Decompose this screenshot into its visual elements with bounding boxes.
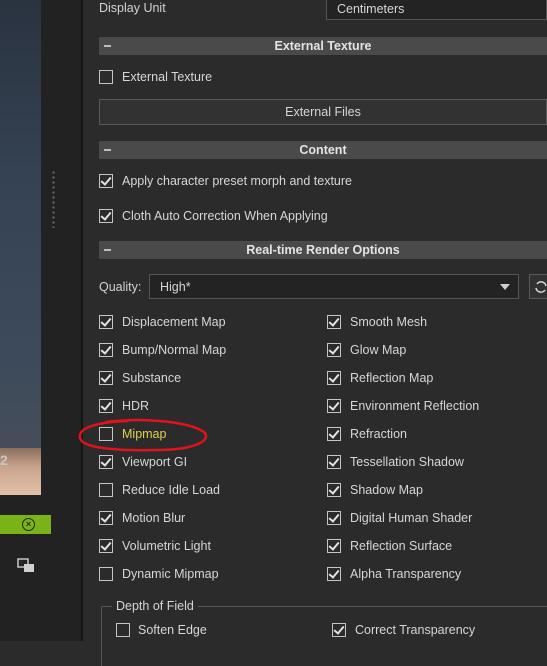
smooth-mesh-checkbox[interactable]: [327, 315, 341, 329]
soften-edge-label: Soften Edge: [138, 623, 207, 637]
render-options-title: Real-time Render Options: [246, 243, 400, 257]
environment-reflection-checkbox[interactable]: [327, 399, 341, 413]
digital-human-shader-label: Digital Human Shader: [350, 511, 473, 525]
mipmap-checkbox[interactable]: [99, 427, 113, 441]
dynamic-mipmap-checkbox[interactable]: [99, 567, 113, 581]
correct-transparency-label: Correct Transparency: [355, 623, 476, 637]
tessellation-shadow-label: Tessellation Shadow: [350, 455, 464, 469]
substance-label: Substance: [122, 371, 182, 385]
dynamic-mipmap-label: Dynamic Mipmap: [122, 567, 219, 581]
quality-label: Quality:: [99, 280, 142, 294]
smooth-mesh-label: Smooth Mesh: [350, 315, 428, 329]
cloth-correction-label: Cloth Auto Correction When Applying: [122, 209, 328, 223]
reduce-idle-load-checkbox[interactable]: [99, 483, 113, 497]
viewport-preview[interactable]: [0, 0, 41, 495]
reduce-idle-load-label: Reduce Idle Load: [122, 483, 220, 497]
reflection-surface-checkbox[interactable]: [327, 539, 341, 553]
splitter-grip[interactable]: [52, 170, 55, 228]
reflection-map-label: Reflection Map: [350, 371, 434, 385]
external-texture-label: External Texture: [122, 70, 213, 84]
refraction-label: Refraction: [350, 427, 407, 441]
hdr-label: HDR: [122, 399, 150, 413]
panel-divider: [81, 0, 83, 641]
reflection-surface-label: Reflection Surface: [350, 539, 453, 553]
correct-transparency-checkbox[interactable]: [332, 623, 346, 637]
external-files-button[interactable]: External Files: [99, 99, 547, 125]
bump-normal-map-label: Bump/Normal Map: [122, 343, 227, 357]
depth-of-field-label: Depth of Field: [112, 598, 198, 614]
external-texture-title: External Texture: [274, 39, 372, 53]
soften-edge-checkbox[interactable]: [116, 623, 130, 637]
external-texture-header[interactable]: External Texture: [99, 37, 547, 55]
apply-preset-label: Apply character preset morph and texture: [122, 174, 352, 188]
glow-map-checkbox[interactable]: [327, 343, 341, 357]
substance-checkbox[interactable]: [99, 371, 113, 385]
displacement-map-checkbox[interactable]: [99, 315, 113, 329]
reflection-map-checkbox[interactable]: [327, 371, 341, 385]
viewport-gi-checkbox[interactable]: [99, 455, 113, 469]
windows-icon[interactable]: [17, 557, 35, 573]
motion-blur-checkbox[interactable]: [99, 511, 113, 525]
environment-reflection-label: Environment Reflection: [350, 399, 480, 413]
close-circle-icon[interactable]: ×: [22, 518, 35, 531]
volumetric-light-checkbox[interactable]: [99, 539, 113, 553]
viewport-gi-label: Viewport GI: [122, 455, 188, 469]
display-unit-label: Display Unit: [99, 1, 166, 15]
motion-blur-label: Motion Blur: [122, 511, 186, 525]
viewport-strip: 2 ×: [0, 0, 81, 641]
cloth-correction-checkbox[interactable]: [99, 209, 113, 223]
apply-preset-checkbox[interactable]: [99, 174, 113, 188]
refresh-icon: [535, 281, 547, 293]
hdr-checkbox[interactable]: [99, 399, 113, 413]
alpha-transparency-checkbox[interactable]: [327, 567, 341, 581]
chevron-down-icon: [500, 284, 510, 290]
alpha-transparency-label: Alpha Transparency: [350, 567, 462, 581]
tessellation-shadow-checkbox[interactable]: [327, 455, 341, 469]
content-header[interactable]: Content: [99, 141, 547, 159]
content-title: Content: [299, 143, 347, 157]
digital-human-shader-checkbox[interactable]: [327, 511, 341, 525]
viewport-number: 2: [0, 452, 8, 468]
external-texture-checkbox[interactable]: [99, 70, 113, 84]
glow-map-label: Glow Map: [350, 343, 407, 357]
display-unit-dropdown[interactable]: Centimeters: [326, 0, 547, 20]
bump-normal-map-checkbox[interactable]: [99, 343, 113, 357]
refraction-checkbox[interactable]: [327, 427, 341, 441]
render-options-header[interactable]: Real-time Render Options: [99, 241, 547, 259]
quality-dropdown[interactable]: High*: [149, 274, 519, 299]
displacement-map-label: Displacement Map: [122, 315, 226, 329]
display-unit-value: Centimeters: [337, 2, 405, 16]
refresh-button[interactable]: [529, 274, 547, 299]
quality-value: High*: [160, 280, 191, 294]
mipmap-label: Mipmap: [122, 427, 167, 441]
shadow-map-label: Shadow Map: [350, 483, 423, 497]
shadow-map-checkbox[interactable]: [327, 483, 341, 497]
volumetric-light-label: Volumetric Light: [122, 539, 211, 553]
